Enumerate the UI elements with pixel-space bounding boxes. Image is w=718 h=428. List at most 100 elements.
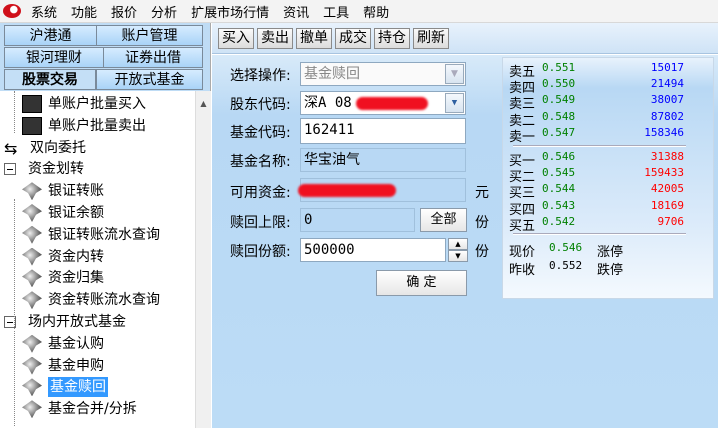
quote-row: 买二 0.545 159433 xyxy=(509,166,684,186)
level-label: 买三 xyxy=(509,186,536,202)
volume: 9706 xyxy=(657,214,685,228)
redeem-limit-field: 0 xyxy=(300,208,415,232)
tab-wealth-management[interactable]: 银河理财 xyxy=(4,47,104,68)
chevron-down-icon[interactable]: ▼ xyxy=(445,93,464,113)
tree-item[interactable]: 资金内转 xyxy=(22,247,104,267)
decrement-icon[interactable]: ▼ xyxy=(448,250,468,262)
quote-row: 买一 0.546 31388 xyxy=(509,150,684,169)
refresh-button[interactable]: 刷新 xyxy=(413,27,449,49)
holder-code-select[interactable]: 深A 08 ▼ xyxy=(300,91,466,115)
tab-hk-connect[interactable]: 沪港通 xyxy=(4,25,97,46)
gem-icon xyxy=(22,291,42,310)
volume: 158346 xyxy=(644,125,684,139)
redaction-mark xyxy=(298,184,396,197)
sell-button[interactable]: 卖出 xyxy=(257,27,293,49)
level-label: 买二 xyxy=(509,170,536,186)
tree-item[interactable]: 场内开放式基金 xyxy=(4,312,126,332)
tree-item[interactable]: 银证转账流水查询 xyxy=(22,225,160,245)
tree-item[interactable]: ⇆ 双向委托 xyxy=(4,138,86,158)
volume: 38007 xyxy=(650,93,684,107)
fund-code-input[interactable]: 162411 xyxy=(300,118,466,144)
gem-icon xyxy=(22,182,42,201)
tree-item[interactable]: 基金合并/分拆 xyxy=(22,399,137,419)
price: 0.547 xyxy=(542,125,576,139)
available-funds-label: 可用资金: xyxy=(230,185,291,201)
price: 0.545 xyxy=(542,166,576,180)
holder-code-value: 深A 08 xyxy=(304,95,352,111)
tree-connector xyxy=(14,199,15,329)
tree-item[interactable]: 基金赎回 xyxy=(22,377,108,398)
tree-item[interactable]: 单账户批量买入 xyxy=(22,94,146,114)
tree-item-label: 资金内转 xyxy=(48,248,104,265)
fund-name-value: 华宝油气 xyxy=(304,152,360,168)
quote-row: 卖一 0.547 158346 xyxy=(509,125,684,145)
app-logo-icon xyxy=(3,4,21,18)
tree-item[interactable]: 银证转账 xyxy=(22,181,104,201)
function-tree: 单账户批量买入 单账户批量卖出 ⇆ 双向委托 资金划转 银证转账 银证余额 银证转账流水查询资… xyxy=(0,91,195,428)
tree-item-label: 单账户批量卖出 xyxy=(48,117,146,134)
price: 0.546 xyxy=(542,150,576,163)
menu-quote[interactable]: 报价 xyxy=(107,2,147,21)
tree-item[interactable]: 资金归集 xyxy=(22,268,104,288)
menu-analysis[interactable]: 分析 xyxy=(147,2,187,21)
level-label: 卖三 xyxy=(509,97,536,113)
quote-summary-row: 现价 0.546 涨停 xyxy=(509,241,684,260)
tree-item[interactable]: 基金申购 xyxy=(22,356,104,376)
tree-item-label: 银证转账流水查询 xyxy=(48,226,160,243)
quote-row: 卖二 0.548 87802 xyxy=(509,110,684,129)
menu-function[interactable]: 功能 xyxy=(67,2,107,21)
increment-icon[interactable]: ▲ xyxy=(448,238,468,250)
fund-name-label: 基金名称: xyxy=(230,154,291,170)
buy-button[interactable]: 买入 xyxy=(218,27,254,49)
quote-row: 卖三 0.549 38007 xyxy=(509,93,684,113)
menu-system[interactable]: 系统 xyxy=(27,2,67,21)
menu-tools[interactable]: 工具 xyxy=(319,2,359,21)
tab-stock-trading[interactable]: 股票交易 xyxy=(4,69,96,90)
menu-extended-market[interactable]: 扩展市场行情 xyxy=(187,2,279,21)
volume: 42005 xyxy=(650,182,684,196)
cancel-order-button[interactable]: 撤单 xyxy=(296,27,332,49)
tab-open-fund[interactable]: 开放式基金 xyxy=(96,69,203,90)
tree-item[interactable]: 资金划转 xyxy=(4,159,84,179)
tree-connector xyxy=(14,91,15,133)
all-button[interactable]: 全部 xyxy=(420,208,467,232)
left-panel: 沪港通 账户管理 银河理财 证券出借 股票交易 开放式基金 单账户批量买入单账户… xyxy=(0,23,211,428)
trades-button[interactable]: 成交 xyxy=(335,27,371,49)
share-unit: 份 xyxy=(475,244,489,260)
menu-help[interactable]: 帮助 xyxy=(359,2,399,21)
tab-account-management[interactable]: 账户管理 xyxy=(96,25,203,46)
tree-connector xyxy=(14,331,15,426)
fund-code-label: 基金代码: xyxy=(230,125,291,141)
collapse-icon[interactable] xyxy=(4,163,16,176)
category-tabs: 沪港通 账户管理 银河理财 证券出借 股票交易 开放式基金 xyxy=(0,23,210,91)
tree-item-label: 基金赎回 xyxy=(48,377,108,398)
confirm-button[interactable]: 确 定 xyxy=(376,270,467,296)
label: 现价 xyxy=(509,245,536,260)
share-unit: 份 xyxy=(475,215,489,231)
price: 0.544 xyxy=(542,182,576,196)
tree-item[interactable]: 银证余额 xyxy=(22,203,104,223)
tree-item[interactable]: 基金认购 xyxy=(22,334,104,354)
quote-row: 卖五 0.551 15017 xyxy=(509,61,684,80)
level-label: 买一 xyxy=(509,154,536,169)
tree-scrollbar[interactable]: ▲ xyxy=(195,91,211,428)
level-label: 卖一 xyxy=(509,129,536,145)
price: 0.543 xyxy=(542,198,576,212)
redeem-quantity-input[interactable]: 500000 xyxy=(300,238,446,262)
price: 0.549 xyxy=(542,93,576,107)
chevron-down-icon[interactable]: ▼ xyxy=(445,64,464,84)
quote-row: 卖四 0.550 21494 xyxy=(509,77,684,96)
value: 0.546 xyxy=(549,241,583,254)
available-funds-field xyxy=(298,178,466,202)
positions-button[interactable]: 持仓 xyxy=(374,27,410,49)
tree-item[interactable]: 资金转账流水查询 xyxy=(22,290,160,310)
gem-icon xyxy=(22,204,42,222)
scroll-up-icon[interactable]: ▲ xyxy=(196,99,211,108)
gem-icon xyxy=(22,334,42,353)
menu-news[interactable]: 资讯 xyxy=(279,2,319,21)
tab-securities-lending[interactable]: 证券出借 xyxy=(103,47,203,68)
tree-item-label: 双向委托 xyxy=(30,139,86,156)
operation-select[interactable]: 基金赎回 ▼ xyxy=(300,62,466,86)
tree-item-label: 基金合并/分拆 xyxy=(48,401,137,418)
tree-item[interactable]: 单账户批量卖出 xyxy=(22,116,146,136)
